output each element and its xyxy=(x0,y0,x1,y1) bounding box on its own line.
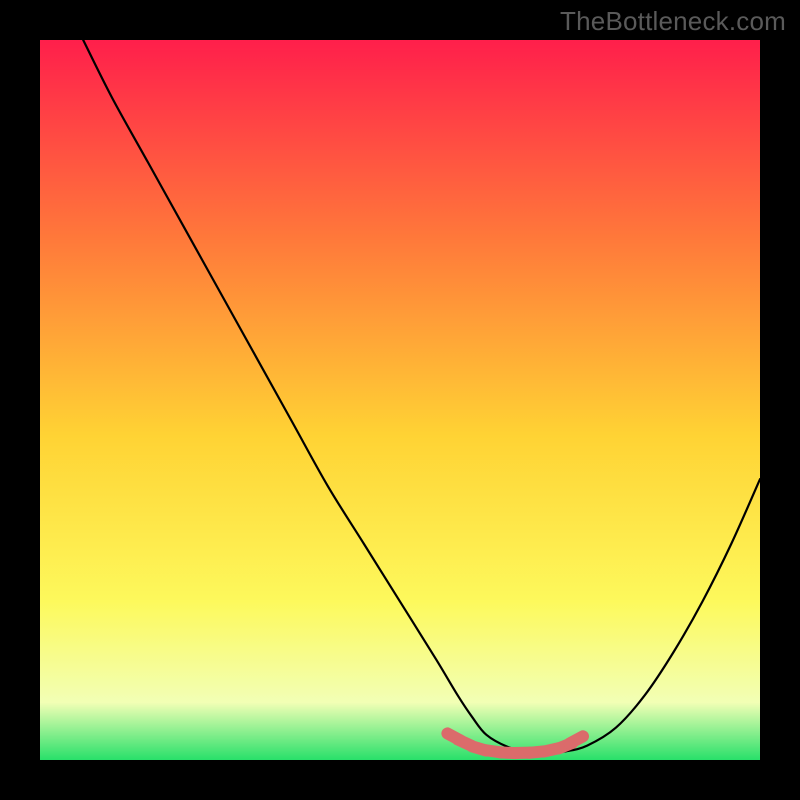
gradient-background xyxy=(40,40,760,760)
marker-pill xyxy=(570,736,583,743)
chart-svg xyxy=(40,40,760,760)
watermark-text: TheBottleneck.com xyxy=(560,6,786,37)
plot-area xyxy=(40,40,760,760)
chart-frame: TheBottleneck.com xyxy=(0,0,800,800)
